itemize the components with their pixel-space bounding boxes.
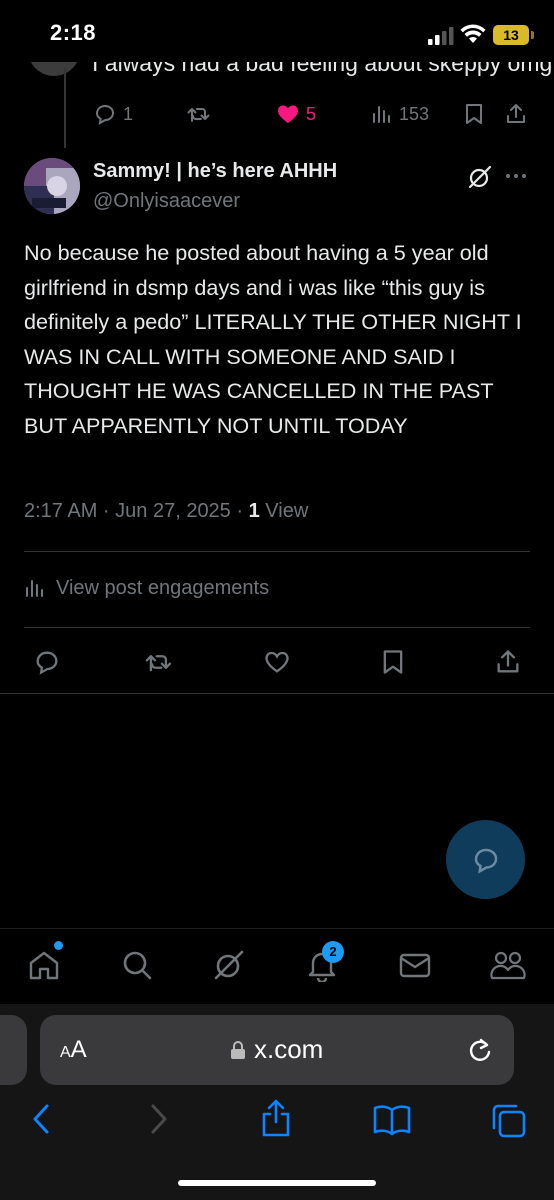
reload-icon — [466, 1036, 494, 1064]
home-tab[interactable] — [27, 948, 61, 982]
analytics-icon — [24, 576, 46, 600]
previous-reply-button[interactable]: 1 — [93, 100, 133, 128]
messages-tab[interactable] — [398, 948, 432, 982]
previous-view-count: 153 — [399, 103, 430, 124]
url-display[interactable]: x.com — [230, 1034, 323, 1065]
retweet-icon — [186, 102, 212, 126]
forward-button[interactable] — [146, 1102, 172, 1136]
tabs-button[interactable] — [490, 1102, 528, 1140]
previous-reply-count: 1 — [123, 103, 134, 124]
reply-button[interactable] — [33, 648, 61, 676]
bookmarks-button[interactable] — [372, 1102, 412, 1136]
previous-share-button[interactable] — [505, 100, 527, 128]
share-button[interactable] — [495, 648, 521, 676]
floating-reply-button[interactable] — [446, 820, 525, 899]
cellular-signal-icon — [428, 27, 456, 45]
previous-tab-preview[interactable] — [0, 1015, 27, 1085]
home-notification-dot — [54, 941, 63, 950]
status-time: 2:18 — [50, 20, 97, 45]
tweet-timestamp: 2:17 AM · Jun 27, 2025 · — [24, 500, 249, 522]
reply-icon — [93, 102, 117, 126]
home-icon — [27, 948, 61, 982]
notification-badge: 2 — [322, 941, 344, 963]
communities-tab[interactable] — [490, 948, 526, 982]
communities-icon — [490, 948, 526, 982]
grok-tab[interactable] — [212, 948, 246, 982]
previous-views-button[interactable]: 153 — [371, 100, 429, 128]
chevron-left-icon — [28, 1102, 54, 1136]
like-button[interactable] — [263, 648, 291, 676]
book-icon — [372, 1102, 412, 1136]
wifi-icon — [460, 24, 486, 44]
previous-like-count: 5 — [306, 103, 317, 124]
bookmark-button[interactable] — [380, 648, 406, 676]
share-icon — [505, 102, 527, 126]
heart-icon — [263, 648, 291, 676]
divider — [24, 627, 530, 628]
view-engagements-link[interactable]: View post engagements — [24, 576, 269, 600]
author-avatar[interactable] — [24, 158, 80, 214]
view-engagements-label: View post engagements — [56, 576, 270, 599]
lock-icon — [230, 1040, 246, 1060]
previous-bookmark-button[interactable] — [463, 100, 485, 128]
bottom-tab-bar — [0, 928, 554, 1005]
bookmark-icon — [463, 102, 485, 126]
share-icon — [495, 648, 521, 676]
view-count: 1 — [248, 500, 260, 522]
tweet-body: No because he posted about having a 5 ye… — [24, 240, 522, 438]
tabs-icon — [490, 1102, 528, 1140]
battery-indicator: 13 — [493, 25, 534, 45]
back-button[interactable] — [28, 1102, 54, 1136]
url-text: x.com — [254, 1034, 324, 1064]
mail-icon — [398, 948, 432, 982]
share-button-safari[interactable] — [258, 1098, 294, 1138]
retweet-icon — [144, 648, 174, 676]
author-handle[interactable]: @Onlyisaacever — [93, 190, 240, 213]
home-indicator — [178, 1180, 376, 1186]
previous-retweet-button[interactable] — [186, 100, 212, 128]
retweet-button[interactable] — [144, 648, 174, 676]
search-icon — [120, 948, 154, 982]
more-options-icon[interactable] — [505, 166, 527, 186]
reply-icon — [33, 648, 61, 676]
heart-filled-icon — [276, 102, 300, 126]
bookmark-icon — [380, 648, 406, 676]
divider — [0, 693, 554, 694]
author-display-name[interactable]: Sammy! | he’s here AHHH — [93, 160, 337, 183]
reload-button[interactable] — [466, 1036, 494, 1064]
grok-icon[interactable] — [467, 164, 493, 190]
search-tab[interactable] — [120, 948, 154, 982]
chevron-right-icon — [146, 1102, 172, 1136]
tweet-metadata: 2:17 AM · Jun 27, 2025 · 1 View — [24, 500, 308, 523]
share-icon — [258, 1098, 294, 1138]
previous-like-button[interactable]: 5 — [276, 100, 316, 128]
reply-icon — [471, 845, 501, 875]
grok-icon — [212, 948, 246, 982]
divider — [24, 551, 530, 552]
view-label: View — [259, 500, 309, 522]
reader-options-button[interactable]: AA — [60, 1036, 87, 1064]
thread-line — [64, 68, 66, 148]
analytics-icon — [371, 102, 393, 126]
